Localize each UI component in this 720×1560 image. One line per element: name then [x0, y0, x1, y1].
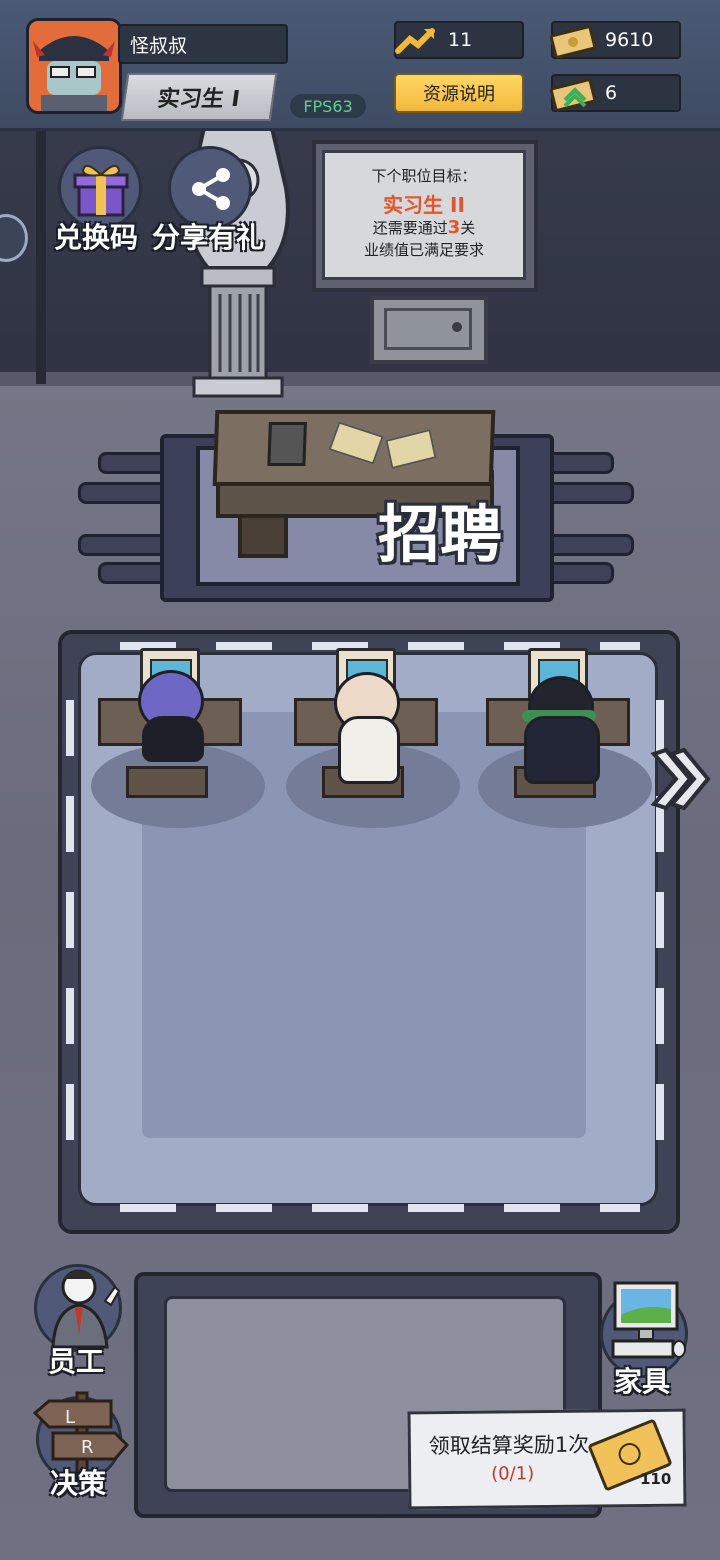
ticket-value: 110 [640, 1470, 672, 1488]
wall-base [0, 372, 720, 386]
decision-label[interactable]: 决策 [50, 1462, 106, 1502]
money-counter[interactable]: 9610 [549, 21, 681, 59]
staff-manager-icon [51, 1269, 121, 1349]
money-value: 9610 [605, 29, 654, 51]
cash-icon [549, 25, 597, 59]
board-heading: 下个职位目标： [371, 167, 477, 185]
board-levels-needed: 还需要通过3关 [372, 217, 476, 238]
board-target-rank: 实习生 II [383, 193, 465, 217]
svg-text:R: R [81, 1437, 94, 1458]
level-counter[interactable]: 11 [394, 21, 524, 59]
reward-title: 领取结算奖励1次 [428, 1432, 590, 1459]
room-border-dash [120, 1204, 640, 1212]
document-icon [328, 421, 384, 465]
room-border-dash [66, 700, 74, 1180]
player-name: 怪叔叔 [118, 24, 288, 64]
share-gift-label[interactable]: 分享有礼 [152, 216, 264, 256]
player-avatar[interactable] [26, 18, 122, 114]
recruit-desk[interactable] [212, 410, 496, 486]
growth-arrow-icon [395, 28, 435, 54]
fps-counter: FPS63 [290, 94, 366, 118]
promotion-board: 下个职位目标： 实习生 II 还需要通过3关 业绩值已满足要求 [312, 140, 538, 292]
level-value: 11 [448, 29, 473, 51]
document-icon [385, 428, 437, 470]
resource-info-button[interactable]: 资源说明 [394, 73, 524, 113]
work-chair [126, 766, 208, 798]
share-icon [192, 168, 230, 210]
computer-monitor-icon [611, 1281, 686, 1359]
staff-button[interactable] [34, 1264, 122, 1352]
redeem-code-label[interactable]: 兑换码 [54, 216, 138, 256]
coffee-machine-icon [267, 422, 307, 466]
svg-text:L: L [65, 1407, 75, 1428]
reward-progress: (0/1) [491, 1463, 535, 1485]
next-room-arrow-icon[interactable] [648, 744, 712, 814]
wall-safe [370, 296, 488, 364]
wall-pipe [36, 128, 46, 384]
recruit-label[interactable]: 招聘 [378, 484, 502, 574]
staff-label[interactable]: 员工 [48, 1340, 104, 1380]
gift-icon [73, 164, 129, 217]
cash-upgrade-icon [549, 78, 597, 112]
player-rank: 实习生 I [155, 87, 242, 112]
gem-value: 6 [605, 82, 618, 104]
gem-counter[interactable]: 6 [549, 74, 681, 112]
furniture-label[interactable]: 家具 [614, 1360, 670, 1400]
board-performance-status: 业绩值已满足要求 [363, 241, 484, 259]
player-rank-badge: 实习生 I [120, 73, 278, 121]
